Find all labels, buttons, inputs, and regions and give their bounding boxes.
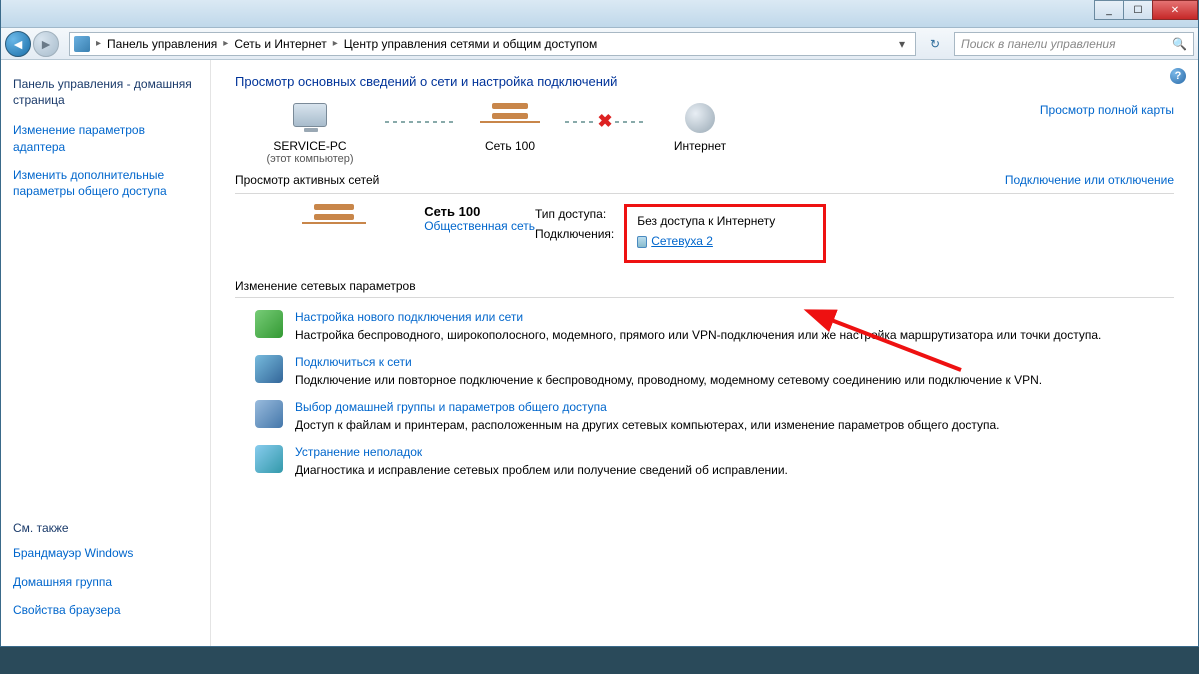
title-bar: _ ☐ ✕: [1, 0, 1198, 28]
page-title: Просмотр основных сведений о сети и наст…: [235, 74, 1174, 89]
refresh-button[interactable]: ↻: [924, 33, 946, 55]
network-map: SERVICE-PC (этот компьютер) Сеть 100 ✖ И…: [235, 103, 1174, 165]
task-desc-1: Подключение или повторное подключение к …: [295, 373, 1042, 387]
maximize-button[interactable]: ☐: [1123, 0, 1153, 20]
connections-label: Подключения:: [535, 224, 614, 244]
task-troubleshoot: Устранение неполадок Диагностика и испра…: [255, 445, 1174, 478]
crumb-sharing-center[interactable]: Центр управления сетями и общим доступом: [340, 37, 602, 51]
map-pc-name: SERVICE-PC: [235, 139, 385, 153]
search-input[interactable]: Поиск в панели управления 🔍: [954, 32, 1194, 56]
task-list: Настройка нового подключения или сети На…: [255, 310, 1174, 479]
full-map-link[interactable]: Просмотр полной карты: [1040, 103, 1174, 117]
control-panel-icon: [74, 36, 90, 52]
minimize-button[interactable]: _: [1094, 0, 1124, 20]
network-type-link[interactable]: Общественная сеть: [424, 219, 535, 233]
network-bench-icon: [314, 204, 354, 234]
breadcrumb-dropdown[interactable]: ▾: [893, 37, 911, 51]
map-connector: [385, 121, 455, 123]
sidebar-sharing-settings[interactable]: Изменить дополнительные параметры общего…: [13, 167, 198, 199]
connection-link[interactable]: Сетевуха 2: [651, 234, 713, 248]
adapter-icon: [637, 236, 647, 248]
task-desc-0: Настройка беспроводного, широкополосного…: [295, 328, 1101, 342]
access-type-value: Без доступа к Интернету: [637, 211, 775, 231]
troubleshoot-icon: [255, 445, 283, 473]
sidebar-home-link[interactable]: Панель управления - домашняя страница: [13, 76, 198, 108]
task-connect: Подключиться к сети Подключение или повт…: [255, 355, 1174, 388]
active-networks-header: Просмотр активных сетей: [235, 173, 379, 187]
change-settings-header: Изменение сетевых параметров: [235, 279, 1174, 293]
map-net-name: Сеть 100: [455, 139, 565, 153]
task-desc-2: Доступ к файлам и принтерам, расположенн…: [295, 418, 1000, 432]
crumb-network-internet[interactable]: Сеть и Интернет: [230, 37, 330, 51]
back-button[interactable]: ◄: [5, 31, 31, 57]
homegroup-icon: [255, 400, 283, 428]
task-homegroup: Выбор домашней группы и параметров общег…: [255, 400, 1174, 433]
crumb-sep: ▸: [96, 38, 101, 49]
internet-icon: [685, 103, 715, 133]
map-pc-sub: (этот компьютер): [235, 153, 385, 165]
help-icon[interactable]: ?: [1170, 68, 1186, 84]
see-also-header: См. также: [13, 521, 198, 535]
see-also-homegroup[interactable]: Домашняя группа: [13, 574, 198, 590]
no-connection-icon: ✖: [595, 111, 615, 132]
connect-disconnect-link[interactable]: Подключение или отключение: [1005, 173, 1174, 187]
task-link-1[interactable]: Подключиться к сети: [295, 355, 1042, 369]
breadcrumb[interactable]: ▸ Панель управления ▸ Сеть и Интернет ▸ …: [69, 32, 916, 56]
highlighted-connection-box: Без доступа к Интернету Сетевуха 2: [624, 204, 826, 263]
see-also-browser[interactable]: Свойства браузера: [13, 602, 198, 618]
task-desc-3: Диагностика и исправление сетевых пробле…: [295, 463, 788, 477]
pc-icon: [293, 103, 327, 127]
task-link-2[interactable]: Выбор домашней группы и параметров общег…: [295, 400, 1000, 414]
search-placeholder: Поиск в панели управления: [961, 37, 1116, 51]
crumb-control-panel[interactable]: Панель управления: [103, 37, 221, 51]
new-connection-icon: [255, 310, 283, 338]
search-icon: 🔍: [1172, 37, 1187, 51]
see-also-firewall[interactable]: Брандмауэр Windows: [13, 545, 198, 561]
task-link-3[interactable]: Устранение неполадок: [295, 445, 788, 459]
network-name: Сеть 100: [424, 204, 535, 219]
access-type-label: Тип доступа:: [535, 204, 614, 224]
forward-button[interactable]: ►: [33, 31, 59, 57]
sidebar: Панель управления - домашняя страница Из…: [1, 60, 211, 646]
connect-network-icon: [255, 355, 283, 383]
active-network: Сеть 100 Общественная сеть Тип доступа: …: [255, 204, 1174, 263]
task-link-0[interactable]: Настройка нового подключения или сети: [295, 310, 1101, 324]
sidebar-adapter-settings[interactable]: Изменение параметров адаптера: [13, 122, 198, 154]
network-icon: [492, 103, 528, 127]
close-button[interactable]: ✕: [1152, 0, 1198, 20]
map-internet: Интернет: [645, 139, 755, 153]
content-area: ? Просмотр основных сведений о сети и на…: [211, 60, 1198, 646]
nav-bar: ◄ ► ▸ Панель управления ▸ Сеть и Интерне…: [1, 28, 1198, 60]
task-new-connection: Настройка нового подключения или сети На…: [255, 310, 1174, 343]
